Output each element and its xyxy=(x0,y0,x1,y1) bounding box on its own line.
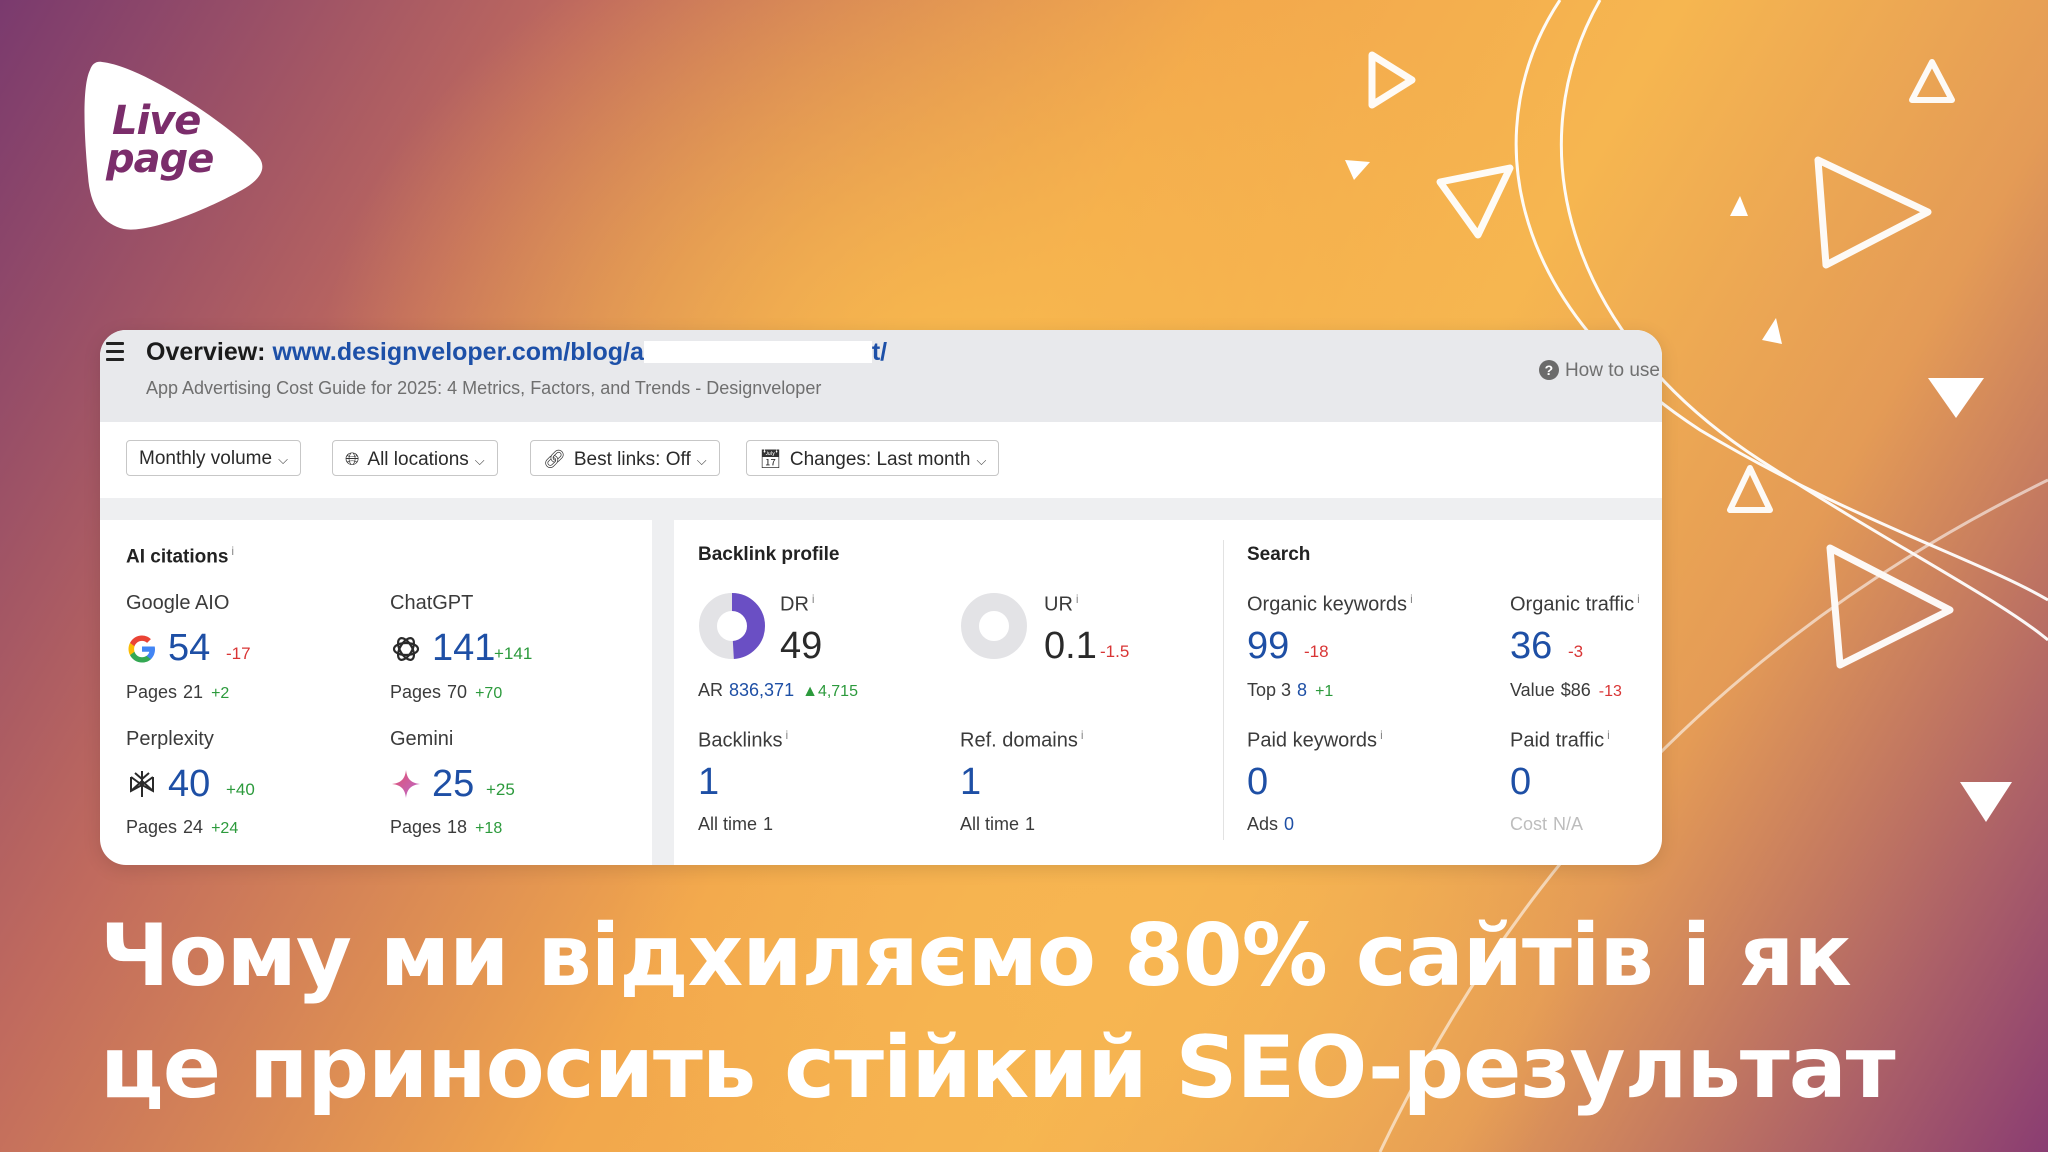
gemini-icon xyxy=(392,770,420,798)
menu-icon[interactable] xyxy=(106,342,124,366)
dr-value: 49 xyxy=(780,625,823,667)
paid-keywords-value[interactable]: 0 xyxy=(1247,762,1268,802)
backlink-profile-title: Backlink profile xyxy=(698,544,840,565)
organic-keywords-label: Organic keywords i xyxy=(1247,592,1413,616)
chevron-down-icon: ⌵ xyxy=(278,452,288,467)
paid-keywords-label: Paid keywords i xyxy=(1247,728,1383,752)
changes-dropdown[interactable]: 📅︎ Changes: Last month ⌵ xyxy=(746,440,1000,476)
overview-url[interactable]: www.designveloper.com/blog/a t/ xyxy=(272,338,887,366)
ur-label: UR i xyxy=(1044,592,1079,616)
overview-header: Overview: www.designveloper.com/blog/a t/… xyxy=(100,330,1662,422)
perplexity-label: Perplexity xyxy=(126,728,214,750)
help-icon: ? xyxy=(1538,360,1559,380)
locations-dropdown[interactable]: 🌐︎ All locations ⌵ xyxy=(332,440,498,476)
headline-line-2: це приносить стійкий SEO-результат xyxy=(100,1018,1896,1118)
paid-traffic-value[interactable]: 0 xyxy=(1510,762,1531,802)
top3-keywords: Top 3 8 +1 xyxy=(1247,680,1334,700)
google-icon xyxy=(128,635,155,663)
perplexity-icon xyxy=(130,771,154,797)
organic-traffic-label: Organic traffic i xyxy=(1510,592,1640,616)
page-subtitle: App Advertising Cost Guide for 2025: 4 M… xyxy=(146,378,822,398)
organic-keywords-value[interactable]: 99 xyxy=(1247,626,1289,666)
backlinks-label: Backlinks i xyxy=(698,728,789,752)
how-to-use-link[interactable]: ? How to use xyxy=(1538,360,1660,382)
overview-card: Overview: www.designveloper.com/blog/a t/… xyxy=(100,330,1662,865)
ar-rank: AR 836,371 ▲4,715 xyxy=(698,680,858,700)
gemini-pages: Pages 18 +18 xyxy=(390,817,503,837)
headline-line-1: Чому ми відхиляємо 80% сайтів і як xyxy=(100,906,1852,1006)
chevron-down-icon: ⌵ xyxy=(976,453,987,468)
ur-ring-chart xyxy=(961,593,1027,659)
gemini-value: 25 xyxy=(432,763,475,805)
google-aio-pages: Pages 21 +2 xyxy=(126,682,230,702)
logo-text-page: page xyxy=(106,136,214,182)
paid-traffic-label: Paid traffic i xyxy=(1510,728,1610,752)
chatgpt-label: ChatGPT xyxy=(390,592,474,614)
ref-domains-label: Ref. domains i xyxy=(960,728,1084,752)
backlinks-value[interactable]: 1 xyxy=(698,762,719,802)
gemini-delta: +25 xyxy=(486,780,515,799)
ur-value: 0.1 xyxy=(1044,625,1097,667)
best-links-dropdown[interactable]: 🔗︎ Best links: Off ⌵ xyxy=(530,440,720,476)
ads-count: Ads 0 xyxy=(1247,814,1295,834)
organic-traffic-value[interactable]: 36 xyxy=(1510,626,1552,666)
monthly-volume-dropdown[interactable]: Monthly volume ⌵ xyxy=(126,440,301,476)
search-title: Search xyxy=(1247,544,1311,565)
livepage-logo: Live page xyxy=(82,56,268,236)
link-icon: 🔗︎ xyxy=(543,449,566,469)
google-aio-label: Google AIO xyxy=(126,592,230,614)
organic-keywords-delta: -18 xyxy=(1304,642,1329,661)
headline: Чому ми відхиляємо 80% сайтів і як це пр… xyxy=(100,900,2000,1124)
gemini-label: Gemini xyxy=(390,728,454,750)
dr-ring-chart xyxy=(699,593,765,659)
overview-label: Overview: xyxy=(146,338,266,366)
chevron-down-icon: ⌵ xyxy=(474,453,485,468)
chatgpt-icon xyxy=(392,637,420,661)
perplexity-delta: +40 xyxy=(226,780,255,799)
ai-citations-title: AI citations i xyxy=(126,544,235,568)
chatgpt-pages: Pages 70 +70 xyxy=(390,682,503,702)
globe-icon: 🌐︎ xyxy=(345,449,360,469)
dr-label: DR i xyxy=(780,592,815,616)
logo-text-live: Live xyxy=(112,98,201,144)
google-aio-value: 54 xyxy=(168,627,211,669)
google-aio-delta: -17 xyxy=(226,644,251,663)
organic-traffic-delta: -3 xyxy=(1568,642,1584,661)
perplexity-pages: Pages 24 +24 xyxy=(126,817,239,837)
chevron-down-icon: ⌵ xyxy=(696,453,707,468)
chatgpt-value: 141 xyxy=(432,627,496,669)
filter-bar: Monthly volume ⌵ 🌐︎ All locations ⌵ 🔗︎ Best … xyxy=(100,422,1662,498)
perplexity-value: 40 xyxy=(168,763,211,805)
backlinks-all-time: All time 1 xyxy=(698,814,774,834)
overview-title: Overview: www.designveloper.com/blog/a t/ xyxy=(146,338,887,367)
ur-delta: -1.5 xyxy=(1100,642,1130,661)
traffic-value: Value $86 -13 xyxy=(1510,680,1622,700)
redaction-box xyxy=(643,341,872,363)
calendar-icon: 📅︎ xyxy=(759,449,782,469)
ref-domains-all-time: All time 1 xyxy=(960,814,1036,834)
ref-domains-value[interactable]: 1 xyxy=(960,762,981,802)
chatgpt-delta: +141 xyxy=(494,644,533,663)
paid-cost: Cost N/A xyxy=(1510,814,1584,834)
